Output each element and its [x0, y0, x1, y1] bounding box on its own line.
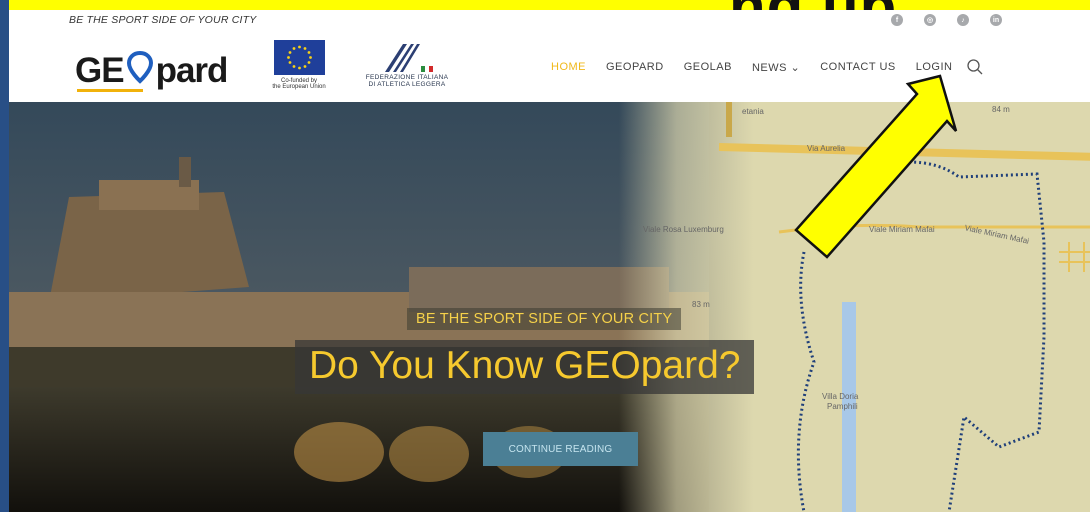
map-label-rosa: Viale Rosa Luxemburg: [643, 225, 724, 234]
location-pin-icon: [126, 50, 154, 88]
linkedin-icon[interactable]: in: [990, 14, 1002, 26]
hero-subtitle: BE THE SPORT SIDE OF YOUR CITY: [407, 308, 682, 330]
fidal-mark-icon: [351, 40, 463, 74]
social-links: f ◎ ♪ in: [891, 14, 1002, 26]
eu-caption: Co-funded by the European Union: [272, 78, 326, 91]
logo-text-left: GE: [75, 51, 125, 90]
geopard-logo[interactable]: GE pard: [75, 46, 229, 90]
map-label-villa: Villa Doria: [822, 392, 859, 401]
logo-text-right: pard: [155, 51, 229, 90]
hero-title: Do You Know GEOpard?: [295, 340, 755, 394]
nav-item-home[interactable]: HOME: [551, 61, 586, 73]
instagram-icon[interactable]: ◎: [924, 14, 936, 26]
map-label-elevation: 84 m: [992, 105, 1010, 114]
annotation-arrow-icon: [794, 74, 958, 259]
nav-item-geolab[interactable]: GEOLAB: [684, 61, 732, 73]
tiktok-icon[interactable]: ♪: [957, 14, 969, 26]
map-label-villa-2: Pamphili: [827, 402, 858, 411]
header-tagline: BE THE SPORT SIDE OF YOUR CITY: [69, 14, 257, 26]
search-icon[interactable]: [966, 58, 984, 76]
logo-underline: [77, 89, 143, 92]
continue-reading-button[interactable]: CONTINUE READING: [483, 432, 638, 466]
fidal-logo: FEDERAZIONE ITALIANA DI ATLETICA LEGGERA: [351, 40, 463, 89]
eu-logo: Co-funded by the European Union: [266, 40, 332, 91]
slide-left-bar: [0, 0, 9, 512]
map-label-street: etania: [742, 107, 764, 116]
nav-item-geopard[interactable]: GEOPARD: [606, 61, 664, 73]
map-label-elevation-2: 83 m: [692, 300, 710, 309]
eu-flag-icon: [273, 40, 325, 75]
facebook-icon[interactable]: f: [891, 14, 903, 26]
fidal-caption: FEDERAZIONE ITALIANA DI ATLETICA LEGGERA: [365, 74, 449, 89]
